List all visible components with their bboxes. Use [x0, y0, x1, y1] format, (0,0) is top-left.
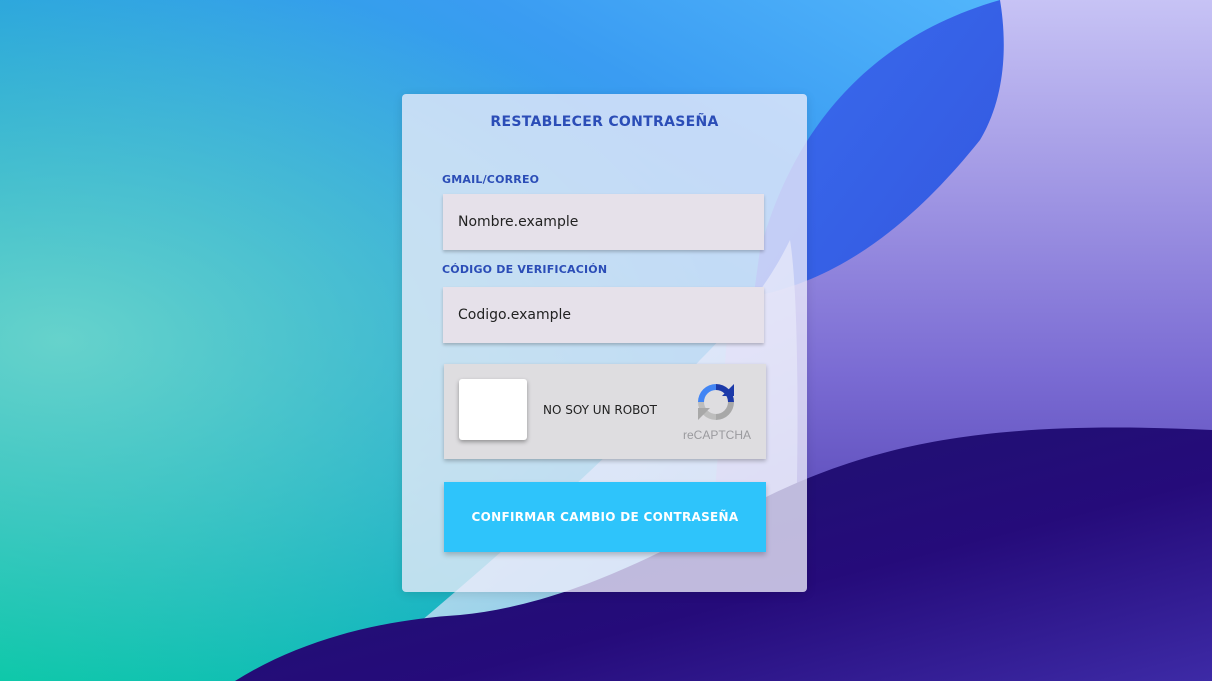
recaptcha-checkbox[interactable] — [459, 379, 527, 440]
page-title: RESTABLECER CONTRASEÑA — [490, 114, 719, 130]
confirm-password-change-button[interactable]: CONFIRMAR CAMBIO DE CONTRASEÑA — [444, 482, 766, 552]
verification-code-label: CÓDIGO DE VERIFICACIÓN — [442, 263, 608, 276]
recaptcha-widget: NO SOY UN ROBOT reCAPTCHA — [444, 364, 766, 459]
recaptcha-label: NO SOY UN ROBOT — [543, 403, 657, 417]
recaptcha-brand: reCAPTCHA — [682, 428, 751, 442]
recaptcha-icon — [698, 384, 734, 420]
reset-password-card: RESTABLECER CONTRASEÑA GMAIL/CORREO CÓDI… — [402, 94, 807, 592]
email-label: GMAIL/CORREO — [442, 173, 540, 186]
verification-code-field[interactable] — [443, 287, 764, 343]
email-field[interactable] — [443, 194, 764, 250]
